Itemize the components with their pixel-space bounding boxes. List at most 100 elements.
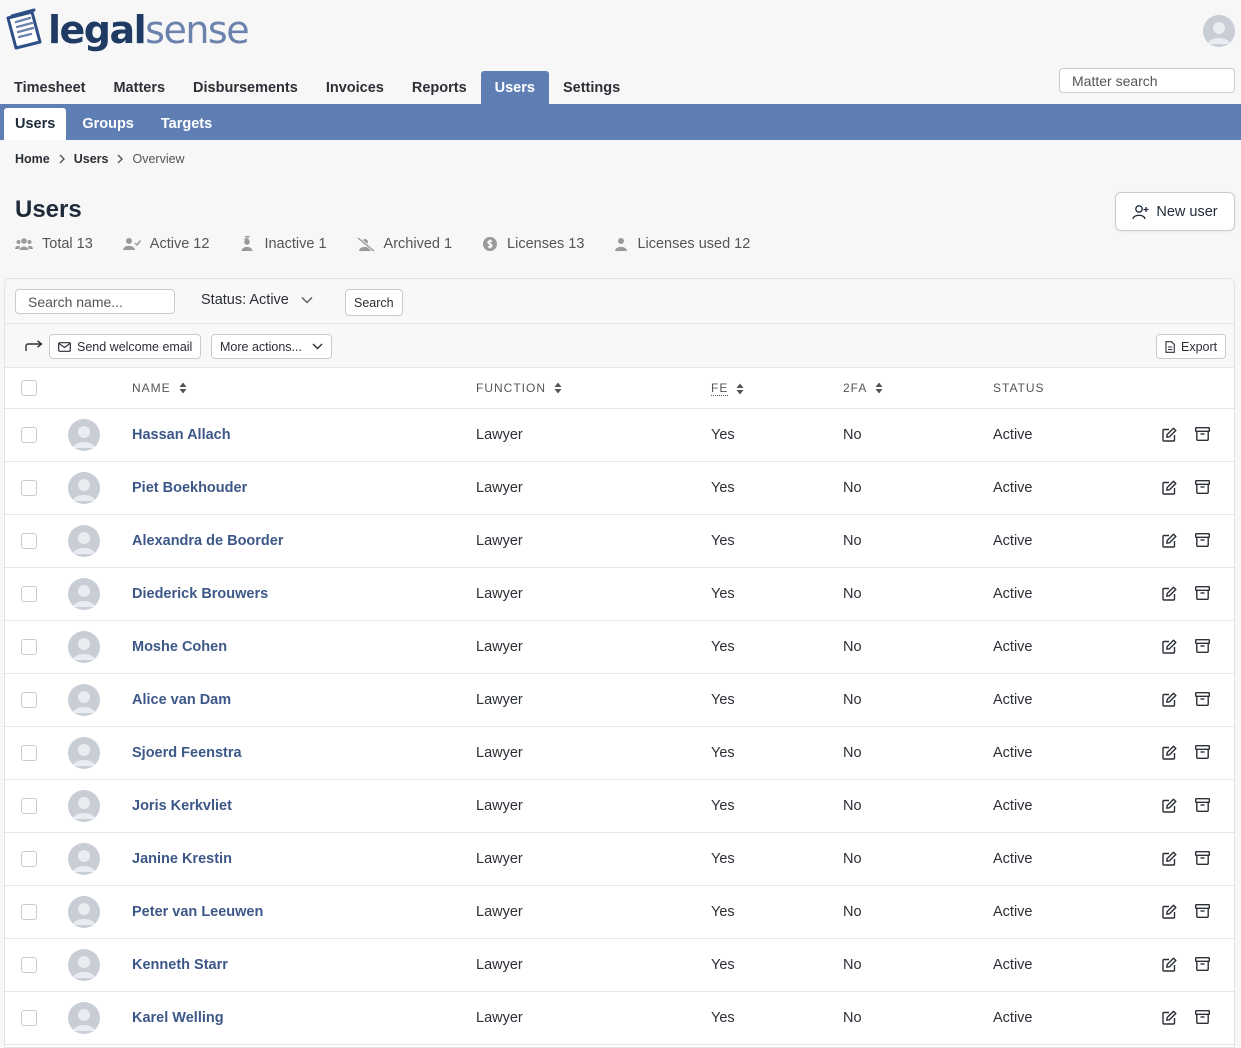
archive-icon[interactable] [1195, 745, 1210, 759]
user-2fa: No [843, 639, 862, 655]
row-checkbox[interactable] [21, 533, 37, 549]
row-checkbox[interactable] [21, 957, 37, 973]
breadcrumb-users[interactable]: Users [74, 152, 109, 166]
avatar [68, 737, 100, 769]
user-2fa: No [843, 798, 862, 814]
column-header-fe[interactable]: FE [711, 381, 744, 396]
column-header-name[interactable]: NAME [132, 381, 187, 395]
row-checkbox[interactable] [21, 798, 37, 814]
subnav-users[interactable]: Users [4, 108, 67, 140]
export-button[interactable]: Export [1156, 334, 1227, 359]
avatar [68, 949, 100, 981]
subnav-groups[interactable]: Groups [71, 108, 145, 140]
avatar [68, 684, 100, 716]
avatar-user-icon [73, 903, 95, 925]
column-header-2fa[interactable]: 2FA [843, 381, 883, 395]
avatar-user-icon [73, 850, 95, 872]
edit-icon[interactable] [1162, 851, 1177, 866]
table-row: Sjoerd Feenstra Lawyer Yes No Active [5, 727, 1234, 780]
row-checkbox[interactable] [21, 427, 37, 443]
select-all-checkbox[interactable] [21, 380, 37, 396]
user-2fa: No [843, 427, 862, 443]
archive-icon[interactable] [1195, 427, 1210, 441]
table-row: Kenneth Starr Lawyer Yes No Active [5, 939, 1234, 992]
avatar-user-icon [73, 744, 95, 766]
edit-icon[interactable] [1162, 1010, 1177, 1025]
chevron-down-icon [312, 343, 323, 350]
send-welcome-email-button[interactable]: Send welcome email [49, 334, 202, 359]
user-name-link[interactable]: Piet Boekhouder [132, 480, 247, 496]
user-name-link[interactable]: Moshe Cohen [132, 639, 227, 655]
archive-icon[interactable] [1195, 692, 1210, 706]
nav-timesheet[interactable]: Timesheet [0, 71, 99, 104]
edit-icon[interactable] [1162, 533, 1177, 548]
breadcrumb-home[interactable]: Home [15, 152, 50, 166]
subnav-targets[interactable]: Targets [150, 108, 223, 140]
row-checkbox[interactable] [21, 851, 37, 867]
row-checkbox[interactable] [21, 692, 37, 708]
archive-icon[interactable] [1195, 480, 1210, 494]
edit-icon[interactable] [1162, 904, 1177, 919]
user-name-link[interactable]: Peter van Leeuwen [132, 904, 263, 920]
archive-icon[interactable] [1195, 851, 1210, 865]
more-actions-dropdown[interactable]: More actions... [211, 334, 332, 359]
user-plus-icon [1132, 204, 1149, 219]
user-status: Active [993, 427, 1033, 443]
user-name-link[interactable]: Joris Kerkvliet [132, 798, 232, 814]
user-name-link[interactable]: Diederick Brouwers [132, 586, 268, 602]
edit-icon[interactable] [1162, 480, 1177, 495]
archive-icon[interactable] [1195, 1010, 1210, 1024]
row-checkbox[interactable] [21, 904, 37, 920]
chevron-down-icon [301, 297, 313, 304]
status-filter-dropdown[interactable]: Status: Active [201, 292, 313, 308]
user-function: Lawyer [476, 427, 523, 443]
nav-matters[interactable]: Matters [99, 71, 179, 104]
edit-icon[interactable] [1162, 957, 1177, 972]
user-name-link[interactable]: Alexandra de Boorder [132, 533, 284, 549]
export-label: Export [1181, 339, 1218, 354]
archive-icon[interactable] [1195, 957, 1210, 971]
row-checkbox[interactable] [21, 639, 37, 655]
edit-icon[interactable] [1162, 639, 1177, 654]
archive-icon[interactable] [1195, 798, 1210, 812]
nav-users[interactable]: Users [480, 71, 549, 104]
filter-bar: Status: Active Search [5, 279, 1234, 324]
user-name-link[interactable]: Kenneth Starr [132, 957, 228, 973]
archive-icon[interactable] [1195, 904, 1210, 918]
nav-reports[interactable]: Reports [398, 71, 481, 104]
user-name-link[interactable]: Janine Krestin [132, 851, 232, 867]
user-name-link[interactable]: Alice van Dam [132, 692, 231, 708]
edit-icon[interactable] [1162, 745, 1177, 760]
user-avatar[interactable] [1203, 15, 1235, 47]
nav-invoices[interactable]: Invoices [312, 71, 398, 104]
user-2fa: No [843, 586, 862, 602]
new-user-button[interactable]: New user [1115, 192, 1235, 231]
search-button[interactable]: Search [345, 289, 403, 316]
nav-settings[interactable]: Settings [549, 71, 634, 104]
archive-icon[interactable] [1195, 639, 1210, 653]
sort-icon [554, 382, 562, 394]
stat-licenses-label: Licenses 13 [507, 236, 585, 252]
row-checkbox[interactable] [21, 586, 37, 602]
user-name-link[interactable]: Hassan Allach [132, 427, 231, 443]
archive-icon[interactable] [1195, 586, 1210, 600]
row-checkbox[interactable] [21, 480, 37, 496]
row-checkbox[interactable] [21, 745, 37, 761]
archive-icon[interactable] [1195, 533, 1210, 547]
logo-text-legal: legal [48, 8, 147, 52]
edit-icon[interactable] [1162, 798, 1177, 813]
user-name-link[interactable]: Sjoerd Feenstra [132, 745, 242, 761]
users-panel: Status: Active Search Send welcome email… [4, 278, 1235, 1048]
breadcrumb-overview: Overview [132, 152, 185, 166]
matter-search-input[interactable] [1059, 68, 1235, 93]
nav-disbursements[interactable]: Disbursements [179, 71, 312, 104]
logo-text-sense: sense [145, 8, 249, 52]
search-name-input[interactable] [15, 289, 175, 314]
edit-icon[interactable] [1162, 586, 1177, 601]
row-checkbox[interactable] [21, 1010, 37, 1026]
user-name-link[interactable]: Karel Welling [132, 1010, 224, 1026]
edit-icon[interactable] [1162, 427, 1177, 442]
logo[interactable]: legalsense [4, 6, 250, 54]
column-header-function[interactable]: FUNCTION [476, 381, 562, 395]
edit-icon[interactable] [1162, 692, 1177, 707]
